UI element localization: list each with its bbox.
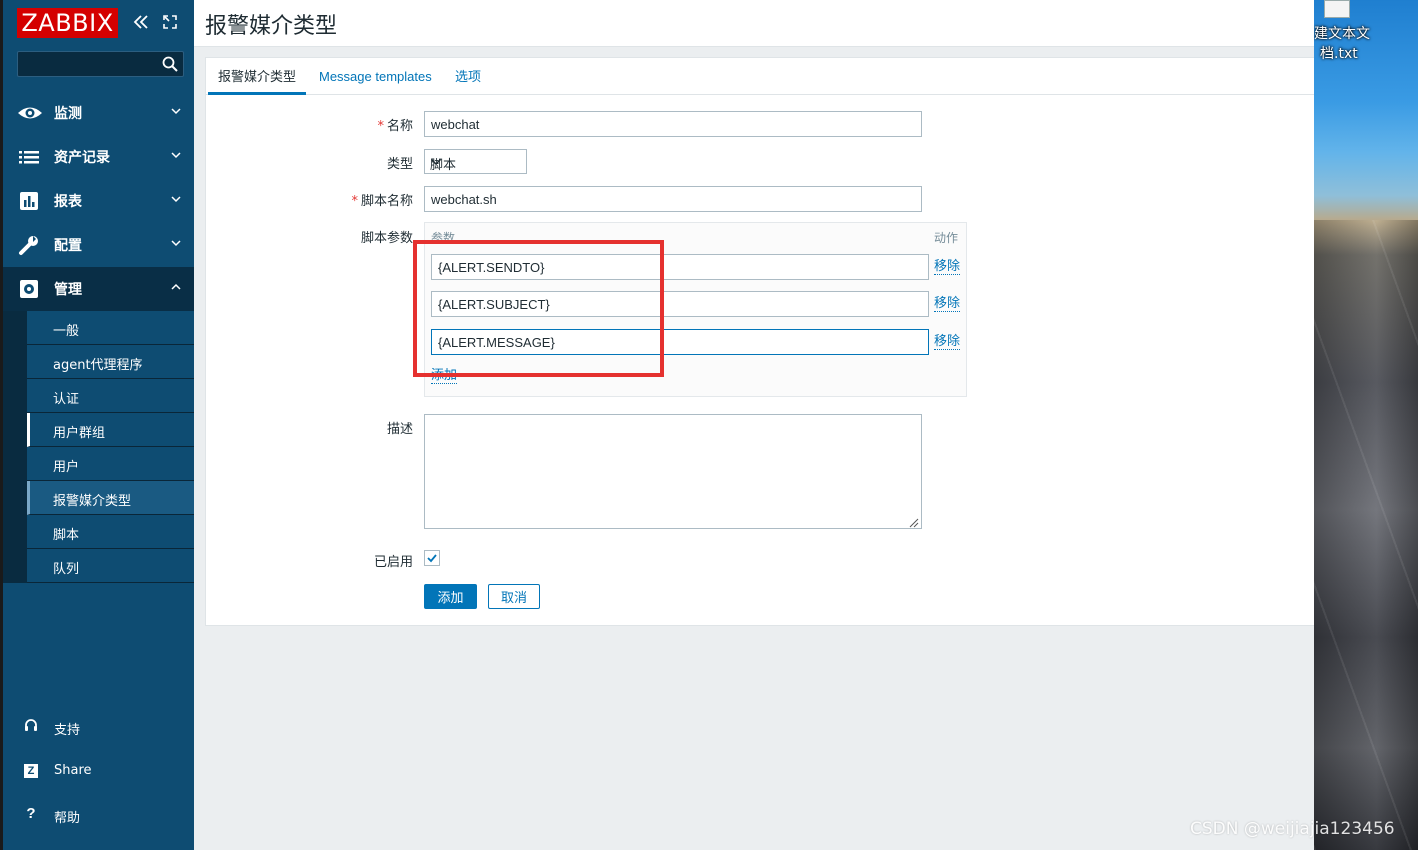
menu-item-label: 报表 (54, 194, 82, 210)
add-param-link[interactable]: 添加 (431, 369, 458, 384)
eye-icon (17, 102, 42, 124)
action-column-header: 动作 (934, 231, 959, 245)
script-params-label: 脚本参数 (360, 231, 413, 246)
kiosk-mode-icon[interactable] (160, 12, 180, 32)
desktop-background: 建文本文 档.txt (1314, 0, 1418, 850)
submenu-item-label: 报警媒介类型 (53, 494, 132, 509)
collapse-sidebar-icon[interactable] (131, 12, 151, 32)
form-panel: 报警媒介类型 Message templates 选项 *名称 类型 脚本 *脚… (205, 57, 1315, 626)
tab-message-templates[interactable]: Message templates (309, 58, 442, 95)
help-label: 帮助 (54, 811, 81, 826)
bar-chart-icon (17, 190, 41, 212)
submenu-item-scripts[interactable]: 脚本 (27, 515, 194, 549)
chevron-down-icon (170, 193, 182, 207)
sidebar-help[interactable]: ? 帮助 (3, 795, 194, 835)
submenu-item-label: 用户群组 (53, 426, 106, 441)
enabled-checkbox[interactable] (424, 550, 440, 566)
search-icon[interactable] (161, 55, 179, 73)
name-label: * 名称 (377, 119, 413, 134)
type-select[interactable]: 脚本 (424, 149, 527, 174)
tab-options[interactable]: 选项 (445, 58, 491, 95)
text-file-icon[interactable] (1324, 0, 1350, 18)
script-name-input[interactable] (424, 186, 922, 212)
tab-bar: 报警媒介类型 Message templates 选项 (206, 58, 1315, 95)
remove-param-link[interactable]: 移除 (934, 297, 961, 312)
gear-icon (17, 278, 41, 300)
submenu-item-authentication[interactable]: 认证 (27, 379, 194, 413)
check-icon (427, 554, 437, 563)
param-input-sendto[interactable] (431, 254, 929, 280)
chevron-down-icon (170, 237, 182, 251)
submenu-item-general[interactable]: 一般 (27, 311, 194, 345)
menu-item-inventory[interactable]: 资产记录 (3, 135, 194, 179)
chevron-down-icon (170, 149, 182, 163)
zabbix-share-icon: Z (21, 761, 41, 781)
submenu-item-label: 用户 (53, 460, 80, 475)
description-textarea[interactable] (424, 414, 922, 529)
sidebar-search (17, 51, 184, 77)
list-icon (17, 146, 41, 168)
description-label: 描述 (386, 422, 413, 437)
menu-item-reports[interactable]: 报表 (3, 179, 194, 223)
headset-icon (21, 717, 41, 737)
chevron-down-icon (430, 156, 442, 168)
page-title: 报警媒介类型 (205, 14, 338, 39)
type-label: 类型 (386, 157, 413, 172)
param-input-subject[interactable] (431, 291, 929, 317)
sidebar-support[interactable]: 支持 (3, 707, 194, 747)
search-input[interactable] (18, 52, 158, 76)
script-params-table: 参数 动作 移除 移除 移除 添加 (424, 222, 967, 397)
remove-param-link[interactable]: 移除 (934, 260, 961, 275)
param-input-message[interactable] (431, 329, 929, 355)
wrench-icon (17, 234, 41, 256)
submenu-item-queue[interactable]: 队列 (27, 549, 194, 583)
menu-item-label: 资产记录 (54, 150, 110, 166)
param-column-header: 参数 (431, 231, 456, 245)
menu-item-administration[interactable]: 管理 (3, 267, 194, 311)
menu-item-label: 配置 (54, 238, 82, 254)
submenu-item-label: 队列 (53, 562, 80, 577)
submenu-item-proxies[interactable]: agent代理程序 (27, 345, 194, 379)
enabled-label: 已启用 (373, 555, 413, 570)
desktop-file-label[interactable]: 建文本文 档.txt (1314, 24, 1418, 64)
submenu-item-label: 一般 (53, 324, 80, 339)
add-button[interactable]: 添加 (424, 584, 477, 609)
main-menu: 监测 资产记录 报表 配置 管理 (3, 91, 194, 311)
sidebar: ZABBIX 监测 资产记录 报表 配置 管理 一般 agent代理程序 认证 … (0, 0, 194, 850)
submenu-item-label: 脚本 (53, 528, 80, 543)
menu-item-monitoring[interactable]: 监测 (3, 91, 194, 135)
submenu-item-users[interactable]: 用户 (27, 447, 194, 481)
menu-item-configuration[interactable]: 配置 (3, 223, 194, 267)
name-input[interactable] (424, 111, 922, 137)
script-name-label: * 脚本名称 (351, 194, 413, 209)
submenu-item-media-types[interactable]: 报警媒介类型 (27, 481, 194, 515)
support-label: 支持 (54, 723, 81, 738)
admin-submenu: 一般 agent代理程序 认证 用户群组 用户 报警媒介类型 脚本 队列 (3, 311, 194, 583)
tab-media-type[interactable]: 报警媒介类型 (208, 58, 307, 95)
submenu-item-label: 认证 (53, 392, 80, 407)
menu-item-label: 监测 (54, 106, 82, 122)
menu-item-label: 管理 (54, 282, 82, 298)
wallpaper-pillar (1314, 220, 1418, 850)
submenu-item-label: agent代理程序 (53, 358, 143, 373)
chevron-up-icon (170, 281, 182, 295)
zabbix-logo[interactable]: ZABBIX (17, 8, 118, 38)
resize-grip-icon[interactable] (909, 516, 919, 528)
chevron-down-icon (170, 105, 182, 119)
help-icon: ? (26, 805, 36, 822)
submenu-item-user-groups[interactable]: 用户群组 (27, 413, 194, 447)
share-label: Share (54, 763, 92, 778)
cancel-button[interactable]: 取消 (488, 584, 540, 609)
sidebar-share[interactable]: Z Share (3, 751, 194, 791)
watermark: CSDN @weijiajia123456 (1190, 819, 1395, 839)
remove-param-link[interactable]: 移除 (934, 335, 961, 350)
page-header: 报警媒介类型 (194, 0, 1314, 47)
